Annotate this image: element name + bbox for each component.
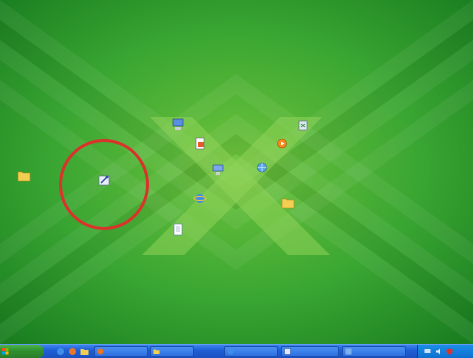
desktop-icon-internet-explorer[interactable] (178, 192, 222, 212)
system-tray (417, 345, 473, 358)
desktop-icon-label (178, 152, 222, 157)
desktop-icon-recycle-bin[interactable] (281, 118, 325, 138)
desktop-icon-folder-right[interactable] (266, 196, 310, 216)
security-tray-icon[interactable] (446, 348, 453, 355)
recycle-bin-icon (296, 118, 310, 131)
documents-icon (193, 137, 207, 150)
desktop-icon-folder-left[interactable] (2, 169, 46, 189)
tools-icon (97, 174, 111, 187)
desktop-icon-label (2, 184, 46, 189)
taskbar-button-firefox[interactable] (94, 346, 148, 357)
desktop-icon-media-player[interactable] (260, 137, 304, 157)
desktop-screen (0, 0, 473, 358)
taskbar (0, 344, 473, 358)
desktop-icon-label (178, 207, 222, 212)
document-icon (171, 223, 185, 236)
quick-launch-ie-icon[interactable] (56, 347, 65, 356)
desktop-icon-tools-highlighted[interactable] (82, 174, 126, 194)
desktop-icon-label (266, 211, 310, 216)
network-icon (211, 163, 225, 176)
network-tray-icon[interactable] (424, 348, 431, 355)
desktop-icon-document[interactable] (156, 223, 200, 243)
desktop-icon-network[interactable] (196, 163, 240, 183)
internet-explorer-icon (227, 348, 234, 355)
desktop-icon-network-places[interactable] (240, 161, 284, 181)
taskbar-button-program[interactable] (342, 346, 406, 357)
media-player-icon (275, 137, 289, 150)
desktop-icon-label (156, 238, 200, 243)
quick-launch-folder-icon[interactable] (80, 347, 89, 356)
window-icon (284, 348, 291, 355)
start-button[interactable] (0, 345, 44, 358)
taskbar-button-window[interactable] (281, 346, 339, 357)
desktop-icon-label (260, 152, 304, 157)
firefox-icon (97, 348, 104, 355)
network-places-icon (255, 161, 269, 174)
desktop-icon-computer[interactable] (156, 118, 200, 138)
desktop-icon-label (196, 178, 240, 183)
program-icon (345, 348, 352, 355)
folder-icon (281, 196, 295, 209)
quick-launch-firefox-icon[interactable] (68, 347, 77, 356)
internet-explorer-icon (193, 192, 207, 205)
volume-tray-icon[interactable] (435, 348, 442, 355)
desktop-icon-documents[interactable] (178, 137, 222, 157)
desktop-icon-label (240, 176, 284, 181)
desktop-icon-label (82, 189, 126, 194)
folder-icon (153, 349, 160, 354)
folder-icon (17, 169, 31, 182)
taskbar-button-folder[interactable] (150, 346, 194, 357)
taskbar-button-internet-explorer[interactable] (224, 346, 278, 357)
computer-icon (171, 118, 185, 131)
windows-flag-icon (2, 348, 9, 355)
